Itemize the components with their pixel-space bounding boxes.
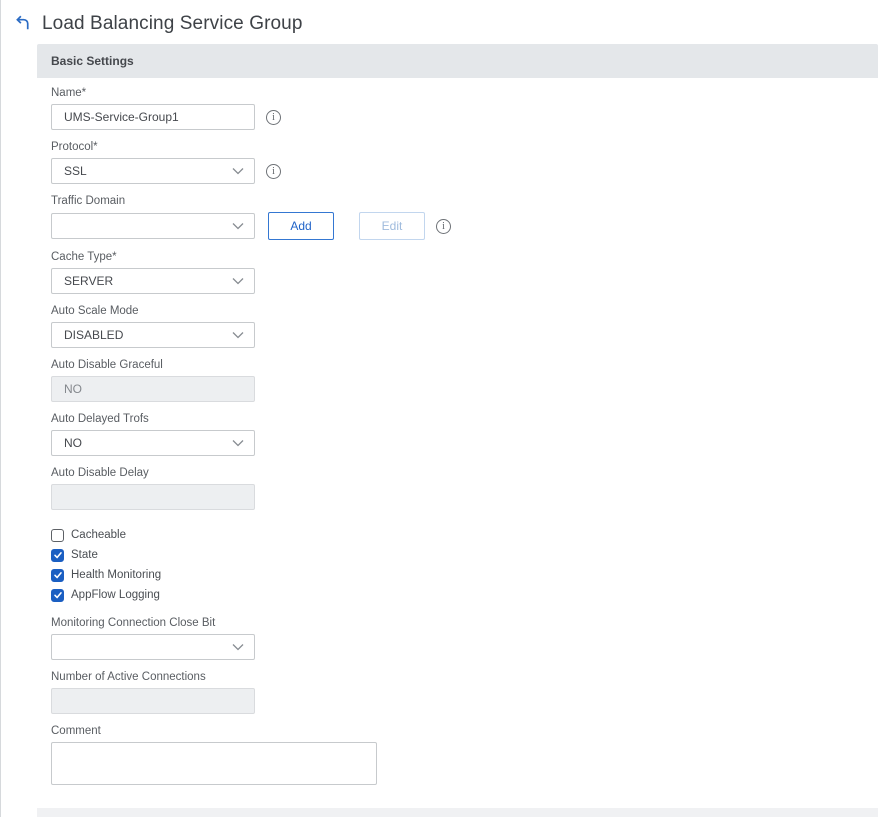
appflow-logging-checkbox[interactable]: AppFlow Logging <box>51 585 878 605</box>
auto-disable-graceful-input <box>51 376 255 402</box>
name-label: Name* <box>51 87 87 99</box>
chevron-down-icon <box>232 331 244 339</box>
page-title: Load Balancing Service Group <box>42 12 303 34</box>
checkbox-group: Cacheable State Health Monitoring AppFlo… <box>51 525 878 605</box>
basic-settings-panel: Basic Settings Name* i Protocol* SSL i <box>37 44 878 817</box>
field-auto-disable-graceful: Auto Disable Graceful <box>51 359 878 402</box>
auto-disable-graceful-label: Auto Disable Graceful <box>51 359 163 371</box>
health-monitoring-checkbox[interactable]: Health Monitoring <box>51 565 878 585</box>
number-of-active-connections-label: Number of Active Connections <box>51 671 206 683</box>
section-title: Basic Settings <box>51 54 134 68</box>
chevron-down-icon <box>232 439 244 447</box>
name-info-icon[interactable]: i <box>266 109 281 125</box>
field-number-of-active-connections: Number of Active Connections <box>51 671 878 714</box>
auto-disable-delay-label: Auto Disable Delay <box>51 467 149 479</box>
traffic-domain-label: Traffic Domain <box>51 195 126 207</box>
field-name: Name* i <box>51 87 878 130</box>
monitoring-connection-close-bit-label: Monitoring Connection Close Bit <box>51 617 216 629</box>
health-monitoring-label: Health Monitoring <box>71 569 162 581</box>
form-footer: OK Cancel <box>37 808 878 817</box>
protocol-label: Protocol* <box>51 141 98 153</box>
edit-button: Edit <box>359 212 425 240</box>
back-button[interactable] <box>11 13 33 35</box>
auto-disable-delay-input <box>51 484 255 510</box>
checkbox-icon <box>51 568 64 582</box>
number-of-active-connections-input <box>51 688 255 714</box>
chevron-down-icon <box>232 222 244 230</box>
checkbox-icon <box>51 588 64 602</box>
protocol-select[interactable]: SSL <box>51 158 255 184</box>
comment-textarea[interactable] <box>51 742 377 785</box>
cache-type-select[interactable]: SERVER <box>51 268 255 294</box>
state-checkbox[interactable]: State <box>51 545 878 565</box>
section-header: Basic Settings <box>37 44 878 78</box>
auto-scale-mode-select[interactable]: DISABLED <box>51 322 255 348</box>
protocol-info-icon[interactable]: i <box>266 163 281 179</box>
field-monitoring-connection-close-bit: Monitoring Connection Close Bit <box>51 617 878 660</box>
state-label: State <box>71 549 98 561</box>
form-body: Name* i Protocol* SSL i Traffic Domain <box>37 78 878 798</box>
traffic-domain-select[interactable] <box>51 213 255 239</box>
field-cache-type: Cache Type* SERVER <box>51 251 878 294</box>
auto-delayed-trofs-select[interactable]: NO <box>51 430 255 456</box>
field-protocol: Protocol* SSL i <box>51 141 878 184</box>
back-arrow-icon <box>13 14 32 33</box>
name-input[interactable] <box>51 104 255 130</box>
auto-delayed-trofs-value: NO <box>64 436 82 450</box>
add-button[interactable]: Add <box>268 212 334 240</box>
protocol-value: SSL <box>64 164 87 178</box>
field-comment: Comment <box>51 725 878 790</box>
page-header: Load Balancing Service Group <box>1 0 878 44</box>
traffic-domain-info-icon[interactable]: i <box>436 218 451 234</box>
field-auto-scale-mode: Auto Scale Mode DISABLED <box>51 305 878 348</box>
appflow-logging-label: AppFlow Logging <box>71 589 160 601</box>
chevron-down-icon <box>232 277 244 285</box>
cache-type-label: Cache Type* <box>51 251 117 263</box>
chevron-down-icon <box>232 167 244 175</box>
cache-type-value: SERVER <box>64 274 114 288</box>
field-auto-disable-delay: Auto Disable Delay <box>51 467 878 510</box>
auto-scale-mode-value: DISABLED <box>64 328 124 342</box>
checkbox-icon <box>51 548 64 562</box>
comment-label: Comment <box>51 725 101 737</box>
auto-delayed-trofs-label: Auto Delayed Trofs <box>51 413 149 425</box>
field-auto-delayed-trofs: Auto Delayed Trofs NO <box>51 413 878 456</box>
checkbox-icon <box>51 528 64 542</box>
monitoring-connection-close-bit-select[interactable] <box>51 634 255 660</box>
auto-scale-mode-label: Auto Scale Mode <box>51 305 139 317</box>
cacheable-label: Cacheable <box>71 529 126 541</box>
field-traffic-domain: Traffic Domain Add Edit i <box>51 195 878 240</box>
cacheable-checkbox[interactable]: Cacheable <box>51 525 878 545</box>
chevron-down-icon <box>232 643 244 651</box>
